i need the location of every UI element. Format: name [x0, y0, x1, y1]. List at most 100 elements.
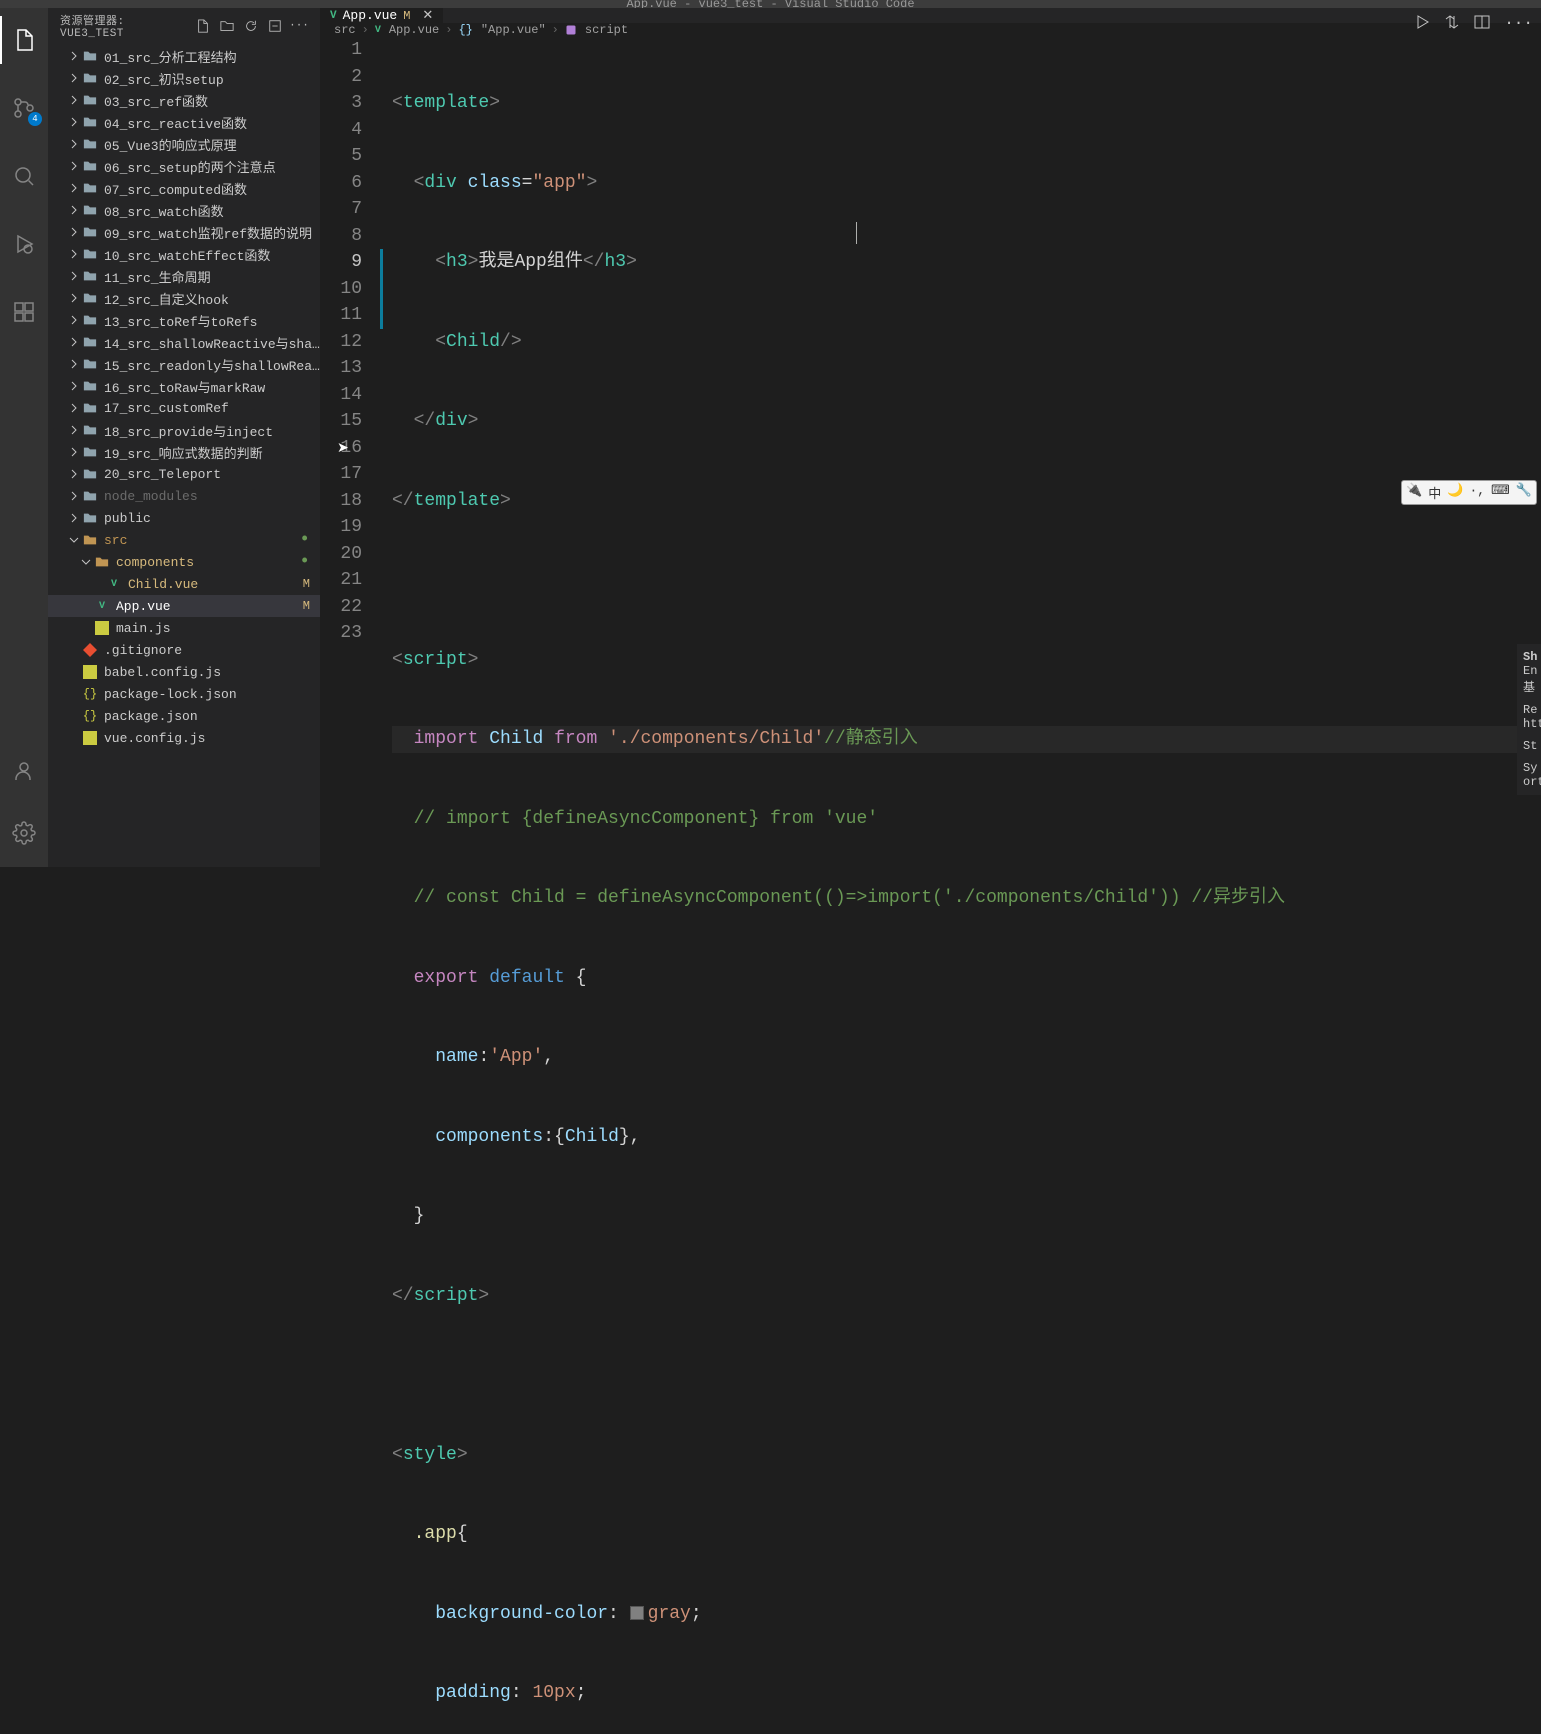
more-icon[interactable]: ··· — [290, 17, 308, 35]
bc-script[interactable]: script — [565, 23, 628, 37]
refresh-icon[interactable] — [242, 17, 260, 35]
item-label: 13_src_toRef与toRefs — [104, 311, 320, 330]
folder-icon — [82, 92, 98, 108]
ime-toolbar[interactable]: 🔌 中 🌙 ·, ⌨ 🔧 — [1401, 480, 1537, 505]
split-icon[interactable] — [1474, 14, 1490, 32]
chevron-right-icon[interactable] — [66, 336, 82, 348]
new-file-icon[interactable] — [194, 17, 212, 35]
accounts-icon[interactable] — [0, 747, 48, 795]
file-item[interactable]: {}package.json — [48, 705, 320, 727]
folder-item[interactable]: components• — [48, 551, 320, 573]
file-item[interactable]: VChild.vueM — [48, 573, 320, 595]
folder-item[interactable]: 05_Vue3的响应式原理 — [48, 133, 320, 155]
chevron-right-icon[interactable] — [66, 358, 82, 370]
file-item[interactable]: babel.config.js — [48, 661, 320, 683]
chevron-right-icon[interactable] — [66, 402, 82, 414]
code-editor[interactable]: 1234567891011121314151617181920212223 <t… — [320, 37, 1541, 1734]
folder-item[interactable]: 18_src_provide与inject — [48, 419, 320, 441]
ime-keyboard-icon[interactable]: ⌨ — [1491, 483, 1510, 502]
chevron-right-icon[interactable] — [66, 270, 82, 282]
folder-item[interactable]: src• — [48, 529, 320, 551]
chevron-right-icon[interactable] — [66, 292, 82, 304]
chevron-right-icon[interactable] — [66, 182, 82, 194]
file-item[interactable]: vue.config.js — [48, 727, 320, 749]
chevron-down-icon[interactable] — [78, 556, 94, 568]
close-icon[interactable]: ✕ — [422, 8, 433, 23]
chevron-right-icon[interactable] — [66, 94, 82, 106]
item-label: Child.vue — [128, 577, 303, 592]
chevron-right-icon[interactable] — [66, 160, 82, 172]
new-folder-icon[interactable] — [218, 17, 236, 35]
settings-icon[interactable] — [0, 809, 48, 857]
folder-item[interactable]: 11_src_生命周期 — [48, 265, 320, 287]
breadcrumbs[interactable]: src › VApp.vue › {}"App.vue" › script — [320, 23, 1541, 37]
folder-item[interactable]: 15_src_readonly与shallowReadonly — [48, 353, 320, 375]
folder-icon — [82, 334, 98, 350]
chevron-right-icon[interactable] — [66, 50, 82, 62]
chevron-right-icon[interactable] — [66, 380, 82, 392]
search-icon[interactable] — [0, 152, 48, 200]
folder-item[interactable]: 08_src_watch函数 — [48, 199, 320, 221]
chevron-right-icon[interactable] — [66, 138, 82, 150]
folder-item[interactable]: 07_src_computed函数 — [48, 177, 320, 199]
ime-tool-icon[interactable]: 🔧 — [1516, 483, 1532, 502]
folder-item[interactable]: 10_src_watchEffect函数 — [48, 243, 320, 265]
folder-item[interactable]: 19_src_响应式数据的判断 — [48, 441, 320, 463]
run-icon[interactable] — [0, 220, 48, 268]
scm-icon[interactable]: 4 — [0, 84, 48, 132]
code-content[interactable]: <template> <div class="app"> <h3>我是App组件… — [380, 37, 1541, 1734]
folder-item[interactable]: 03_src_ref函数 — [48, 89, 320, 111]
file-item[interactable]: .gitignore — [48, 639, 320, 661]
status-dot: • — [299, 556, 310, 568]
chevron-right-icon[interactable] — [66, 512, 82, 524]
ime-moon-icon[interactable]: 🌙 — [1447, 483, 1463, 502]
folder-item[interactable]: public — [48, 507, 320, 529]
explorer-icon[interactable] — [0, 16, 48, 64]
folder-item[interactable]: 06_src_setup的两个注意点 — [48, 155, 320, 177]
file-item[interactable]: {}package-lock.json — [48, 683, 320, 705]
chevron-right-icon[interactable] — [66, 226, 82, 238]
bc-src[interactable]: src — [334, 23, 356, 37]
folder-item[interactable]: 09_src_watch监视ref数据的说明 — [48, 221, 320, 243]
run-play-icon[interactable] — [1414, 14, 1430, 32]
chevron-right-icon[interactable] — [66, 116, 82, 128]
folder-item[interactable]: 02_src_初识setup — [48, 67, 320, 89]
chevron-right-icon[interactable] — [66, 204, 82, 216]
folder-icon — [82, 202, 98, 218]
compare-icon[interactable] — [1444, 14, 1460, 32]
ime-lang[interactable]: 中 — [1428, 483, 1441, 502]
folder-item[interactable]: 13_src_toRef与toRefs — [48, 309, 320, 331]
ime-punct[interactable]: ·, — [1469, 483, 1485, 502]
folder-item[interactable]: 12_src_自定义hook — [48, 287, 320, 309]
item-label: package-lock.json — [104, 687, 320, 702]
item-label: 11_src_生命周期 — [104, 267, 320, 286]
item-label: 06_src_setup的两个注意点 — [104, 157, 320, 176]
folder-item[interactable]: 17_src_customRef — [48, 397, 320, 419]
chevron-right-icon[interactable] — [66, 446, 82, 458]
item-label: components — [116, 555, 299, 570]
folder-item[interactable]: 01_src_分析工程结构 — [48, 45, 320, 67]
chevron-right-icon[interactable] — [66, 468, 82, 480]
folder-item[interactable]: 14_src_shallowReactive与shallowRef — [48, 331, 320, 353]
more-icon[interactable]: ··· — [1504, 14, 1533, 32]
chevron-right-icon[interactable] — [66, 248, 82, 260]
file-item[interactable]: main.js — [48, 617, 320, 639]
file-item[interactable]: VApp.vueM — [48, 595, 320, 617]
chevron-right-icon[interactable] — [66, 314, 82, 326]
chevron-right-icon[interactable] — [66, 72, 82, 84]
extensions-icon[interactable] — [0, 288, 48, 336]
folder-icon — [82, 136, 98, 152]
ime-icon[interactable]: 🔌 — [1406, 483, 1422, 502]
chevron-right-icon[interactable] — [66, 424, 82, 436]
folder-item[interactable]: 20_src_Teleport — [48, 463, 320, 485]
folder-item[interactable]: 16_src_toRaw与markRaw — [48, 375, 320, 397]
bc-file[interactable]: VApp.vue — [375, 23, 439, 37]
chevron-right-icon[interactable] — [66, 490, 82, 502]
tab-app-vue[interactable]: V App.vue M ✕ — [320, 8, 444, 23]
folder-item[interactable]: 04_src_reactive函数 — [48, 111, 320, 133]
collapse-icon[interactable] — [266, 17, 284, 35]
chevron-down-icon[interactable] — [66, 534, 82, 546]
bc-section[interactable]: {}"App.vue" — [458, 23, 545, 37]
git-icon — [82, 642, 98, 658]
folder-item[interactable]: node_modules — [48, 485, 320, 507]
